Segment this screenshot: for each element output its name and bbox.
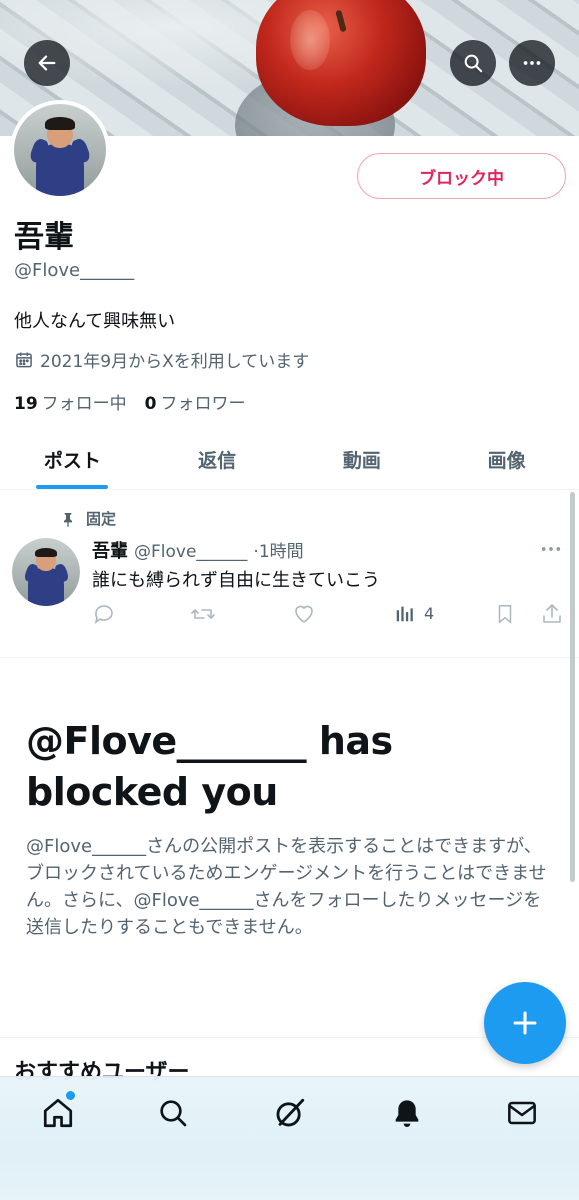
home-icon bbox=[43, 1098, 73, 1128]
back-button[interactable] bbox=[24, 40, 70, 86]
avatar-figure-body bbox=[36, 144, 84, 196]
views-button[interactable]: 4 bbox=[394, 602, 434, 624]
tab-replies[interactable]: 返信 bbox=[145, 430, 290, 489]
notification-dot bbox=[66, 1091, 75, 1100]
blocked-button[interactable]: ブロック中 bbox=[357, 153, 566, 199]
heart-icon bbox=[295, 605, 313, 623]
post-more-button[interactable] bbox=[540, 537, 562, 561]
avatar-image bbox=[14, 104, 106, 196]
more-horizontal-icon bbox=[541, 547, 561, 551]
more-options-button[interactable] bbox=[509, 40, 555, 86]
share-icon bbox=[543, 604, 561, 623]
nav-home[interactable] bbox=[38, 1091, 78, 1133]
post-avatar-figure-hair bbox=[35, 547, 57, 558]
plus-icon bbox=[513, 1011, 537, 1035]
analytics-icon bbox=[396, 606, 413, 622]
post-avatar-figure-body bbox=[28, 567, 64, 606]
post-text: 誰にも縛られず自由に生きていこう bbox=[92, 570, 380, 591]
bell-icon bbox=[395, 1100, 419, 1127]
followers-link[interactable]: 0 フォロワー bbox=[145, 389, 246, 414]
tab-posts[interactable]: ポスト bbox=[0, 430, 145, 489]
display-name: 吾輩 bbox=[14, 220, 74, 255]
repost-button[interactable] bbox=[190, 602, 216, 626]
profile-handle: @Flove______ bbox=[14, 260, 135, 281]
calendar-icon bbox=[16, 352, 32, 367]
post-author-name[interactable]: 吾輩 bbox=[92, 537, 128, 563]
post-header: 吾輩 @Flove______ ·1時間 bbox=[92, 537, 304, 563]
tab-images[interactable]: 画像 bbox=[434, 430, 579, 489]
pinned-label: 固定 bbox=[86, 510, 117, 528]
grok-icon bbox=[276, 1098, 305, 1127]
following-label: フォロー中 bbox=[41, 394, 127, 414]
mail-icon bbox=[508, 1101, 536, 1125]
avatar-figure-hair bbox=[45, 116, 75, 130]
nav-messages[interactable] bbox=[502, 1093, 542, 1133]
like-button[interactable] bbox=[292, 602, 316, 626]
post-author-avatar[interactable] bbox=[12, 538, 80, 606]
views-count: 4 bbox=[424, 603, 435, 623]
repost-icon bbox=[191, 609, 215, 619]
pinned-post[interactable]: 固定 吾輩 @Flove______ ·1時間 誰にも縛られず自由に生きていこう bbox=[0, 490, 579, 658]
blocked-notice-description: @Flove______さんの公開ポストを表示することはできますが、ブロックされ… bbox=[26, 836, 547, 938]
followers-label: フォロワー bbox=[160, 394, 246, 414]
post-avatar-image bbox=[12, 538, 80, 606]
nav-search[interactable] bbox=[153, 1093, 193, 1133]
bottom-navigation bbox=[0, 1076, 579, 1200]
arrow-left-icon bbox=[38, 55, 56, 71]
post-author-handle[interactable]: @Flove______ bbox=[134, 542, 247, 562]
scrollbar[interactable] bbox=[570, 492, 575, 882]
nav-grok[interactable] bbox=[270, 1093, 310, 1133]
post-time[interactable]: ·1時間 bbox=[253, 537, 303, 562]
follow-stats: 19 フォロー中 0 フォロワー bbox=[14, 389, 246, 414]
following-count: 19 bbox=[14, 394, 38, 414]
tab-videos[interactable]: 動画 bbox=[290, 430, 435, 489]
pinned-indicator: 固定 bbox=[60, 508, 116, 529]
bookmark-button[interactable] bbox=[494, 602, 516, 626]
pin-icon bbox=[64, 512, 72, 527]
share-button[interactable] bbox=[540, 602, 564, 626]
joined-date: 2021年9月からXを利用しています bbox=[14, 347, 309, 372]
banner-apple-shine bbox=[290, 10, 330, 70]
bookmark-icon bbox=[498, 605, 512, 624]
profile-tabs: ポスト 返信 動画 画像 bbox=[0, 430, 579, 490]
search-icon bbox=[464, 54, 483, 73]
nav-notifications[interactable] bbox=[387, 1093, 427, 1133]
profile-avatar[interactable] bbox=[10, 100, 110, 200]
joined-text: 2021年9月からXを利用しています bbox=[40, 352, 310, 372]
reply-button[interactable] bbox=[92, 602, 116, 626]
search-button[interactable] bbox=[450, 40, 496, 86]
compose-post-button[interactable] bbox=[484, 982, 566, 1064]
followers-count: 0 bbox=[144, 394, 157, 414]
search-icon bbox=[160, 1100, 187, 1127]
reply-icon bbox=[94, 605, 113, 624]
more-horizontal-icon bbox=[523, 61, 541, 65]
post-actions: 4 bbox=[92, 602, 568, 632]
profile-bio: 他人なんて興味無い bbox=[14, 311, 176, 332]
following-link[interactable]: 19 フォロー中 bbox=[14, 389, 127, 414]
blocked-notice-title: @Flove_______ has blocked you bbox=[26, 719, 393, 814]
